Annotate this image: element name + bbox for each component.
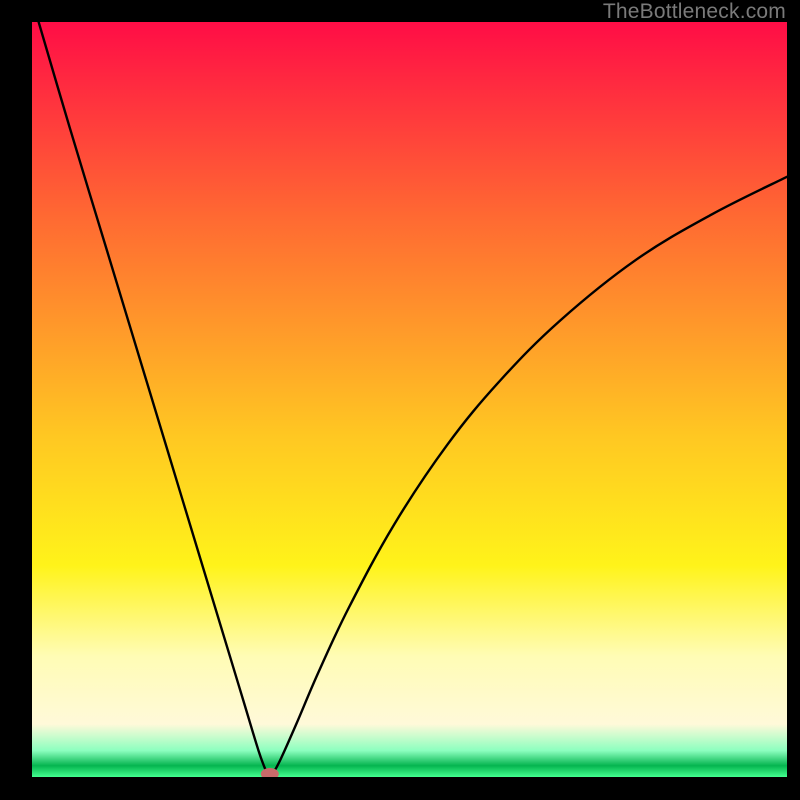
gradient-background — [32, 22, 787, 777]
chart-frame: TheBottleneck.com — [0, 0, 800, 800]
chart-svg — [32, 22, 787, 777]
watermark-text: TheBottleneck.com — [603, 0, 786, 24]
plot-area — [32, 22, 787, 777]
